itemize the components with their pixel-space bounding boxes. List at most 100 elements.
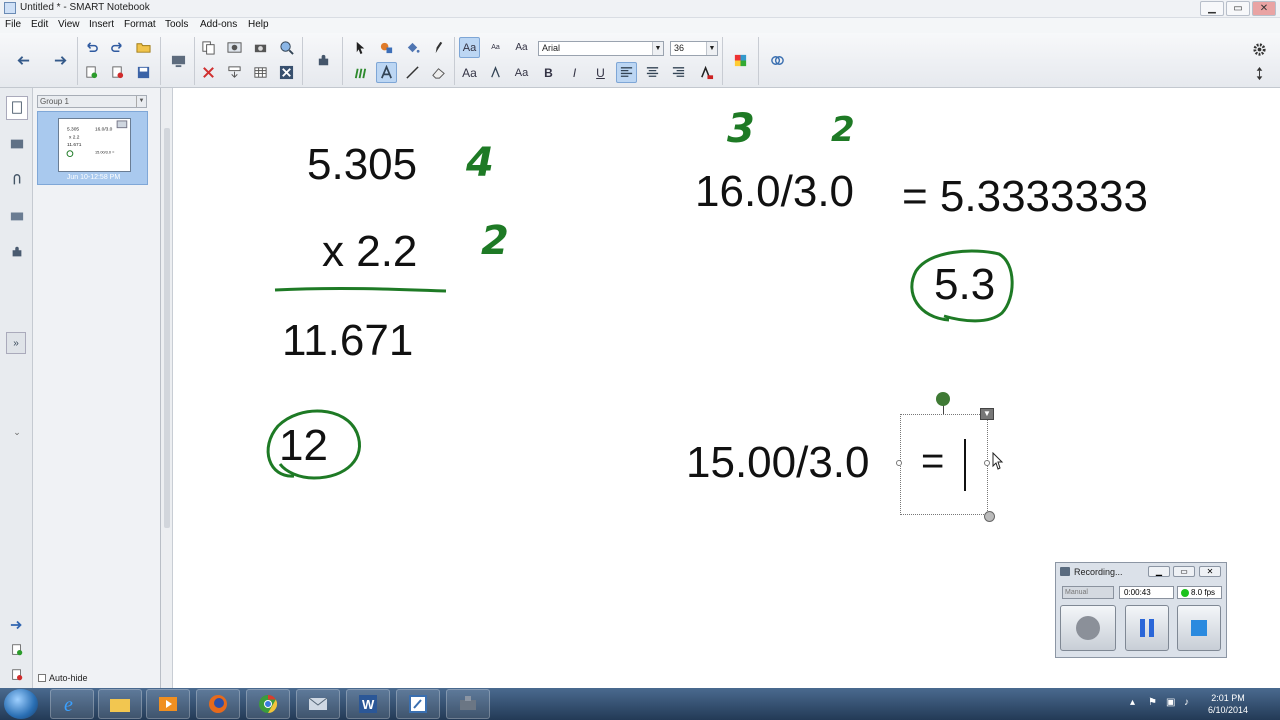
menu-edit[interactable]: Edit (31, 19, 48, 30)
internet-explorer-icon[interactable]: e (50, 689, 94, 719)
menu-addons[interactable]: Add-ons (200, 19, 237, 30)
text-style-row-button[interactable]: Aa (459, 62, 480, 83)
tray-arrow-icon[interactable]: ▴ (1130, 697, 1135, 708)
attachments-tab-icon[interactable] (6, 168, 28, 192)
page-thumbnail[interactable]: 5.305 x 2.2 16.0/3.0 11.671 15.00/3.0 = (58, 118, 131, 172)
mail-icon[interactable] (296, 689, 340, 719)
gallery-tab-icon[interactable] (6, 132, 28, 156)
page-sorter-tab-icon[interactable] (6, 96, 28, 120)
text-color-icon[interactable] (696, 62, 717, 83)
document-camera-icon[interactable] (250, 37, 271, 58)
resize-handle-right[interactable] (984, 460, 990, 466)
resize-handle-left[interactable] (896, 460, 902, 466)
close-view-icon[interactable] (276, 62, 297, 83)
resize-handle-corner[interactable] (984, 511, 995, 522)
expand-sidebar-icon[interactable]: » (6, 332, 26, 354)
copy-icon[interactable] (198, 37, 219, 58)
rotate-handle-icon[interactable] (936, 392, 950, 406)
chevron-down-icon[interactable]: ⌄ (6, 420, 28, 444)
menu-dropdown-icon[interactable]: ▼ (980, 408, 994, 420)
text-style-row-button[interactable] (485, 62, 506, 83)
shapes-icon[interactable] (376, 37, 397, 58)
text-style-small-button[interactable]: Aa (485, 37, 506, 58)
align-center-icon[interactable] (642, 62, 663, 83)
division-one-text[interactable]: 16.0/3.0 (695, 167, 854, 217)
back-arrow-icon[interactable] (10, 50, 36, 71)
font-size-select[interactable]: 36 ▼ (670, 41, 718, 56)
gear-icon[interactable] (1249, 39, 1270, 60)
recorder-mode-select[interactable]: Manual (1062, 586, 1114, 599)
line-tool-icon[interactable] (402, 62, 423, 83)
select-arrow-icon[interactable] (350, 37, 371, 58)
scroll-thumb[interactable] (164, 128, 170, 528)
handwritten-sigfig-count[interactable]: 4 (466, 140, 494, 186)
stop-button[interactable] (1177, 605, 1221, 651)
add-tab-icon[interactable] (6, 638, 28, 662)
recorder-minimize-button[interactable]: ▁ (1148, 566, 1170, 577)
division-one-result-text[interactable]: = 5.3333333 (902, 172, 1148, 222)
magic-pen-icon[interactable] (428, 37, 449, 58)
delete-icon[interactable] (198, 62, 219, 83)
underline-button[interactable]: U (590, 62, 611, 83)
close-button[interactable]: ✕ (1252, 1, 1276, 16)
handwritten-sigfig-count[interactable]: 2 (831, 110, 855, 150)
text-box-editing[interactable]: = (900, 414, 988, 515)
delete-page-icon[interactable] (107, 62, 128, 83)
text-style-large-button[interactable]: Aa (459, 37, 480, 58)
media-player-icon[interactable] (146, 689, 190, 719)
addons-tab-icon[interactable] (6, 240, 28, 264)
pause-button[interactable] (1125, 605, 1169, 651)
restore-button[interactable]: ▭ (1226, 1, 1250, 16)
move-sidebar-icon[interactable] (6, 613, 28, 637)
bold-button[interactable]: B (538, 62, 559, 83)
rounded-product-text[interactable]: 12 (279, 421, 328, 471)
screen-capture-icon[interactable] (224, 37, 245, 58)
text-tool-icon[interactable] (376, 62, 397, 83)
forward-arrow-icon[interactable] (47, 50, 73, 71)
word-icon[interactable]: W (346, 689, 390, 719)
recorder-app-icon[interactable] (446, 689, 490, 719)
screen-shade-icon[interactable] (166, 50, 190, 71)
gallery-search-icon[interactable] (276, 37, 297, 58)
division-two-text[interactable]: 15.00/3.0 (686, 438, 870, 488)
italic-button[interactable]: I (564, 62, 585, 83)
menu-help[interactable]: Help (248, 19, 269, 30)
multiplicand-text[interactable]: 5.305 (307, 140, 417, 190)
notebook-app-icon[interactable] (396, 689, 440, 719)
sidebar-scrollbar[interactable] (161, 88, 173, 688)
network-icon[interactable]: ▣ (1166, 697, 1175, 708)
redo-icon[interactable] (107, 37, 128, 58)
properties-icon[interactable] (765, 50, 789, 71)
menu-format[interactable]: Format (124, 19, 156, 30)
open-folder-icon[interactable] (133, 37, 154, 58)
add-page-icon[interactable] (81, 62, 102, 83)
align-left-icon[interactable] (616, 62, 637, 83)
table-icon[interactable] (250, 62, 271, 83)
product-text[interactable]: 11.671 (282, 316, 413, 366)
menu-insert[interactable]: Insert (89, 19, 114, 30)
auto-hide-checkbox[interactable]: Auto-hide (38, 673, 88, 683)
text-style-plain-button[interactable]: Aa (511, 37, 532, 58)
recorder-close-button[interactable]: ✕ (1199, 566, 1221, 577)
eraser-icon[interactable] (428, 62, 449, 83)
menu-tools[interactable]: Tools (165, 19, 188, 30)
recorder-restore-button[interactable]: ▭ (1173, 566, 1195, 577)
record-button[interactable] (1060, 605, 1116, 651)
page-layout-icon[interactable] (224, 62, 245, 83)
move-toolbar-icon[interactable] (1249, 63, 1270, 84)
multiplier-text[interactable]: x 2.2 (322, 227, 417, 277)
handwritten-sigfig-count[interactable]: 3 (727, 106, 755, 152)
font-family-select[interactable]: Arial ▼ (538, 41, 664, 56)
properties-tab-icon[interactable] (6, 204, 28, 228)
division-one-rounded-text[interactable]: 5.3 (934, 260, 995, 310)
minimize-button[interactable]: ▁ (1200, 1, 1224, 16)
menu-view[interactable]: View (58, 19, 80, 30)
group-select[interactable]: Group 1 ▼ (37, 95, 147, 108)
file-explorer-icon[interactable] (98, 689, 142, 719)
save-disk-icon[interactable] (133, 62, 154, 83)
addon-puzzle-icon[interactable] (311, 50, 335, 71)
start-button-icon[interactable] (4, 689, 38, 719)
equals-text[interactable]: = (921, 439, 944, 484)
page-thumbnail-selected[interactable]: 5.305 x 2.2 16.0/3.0 11.671 15.00/3.0 = … (37, 111, 148, 185)
flag-icon[interactable]: ⚑ (1148, 697, 1157, 708)
